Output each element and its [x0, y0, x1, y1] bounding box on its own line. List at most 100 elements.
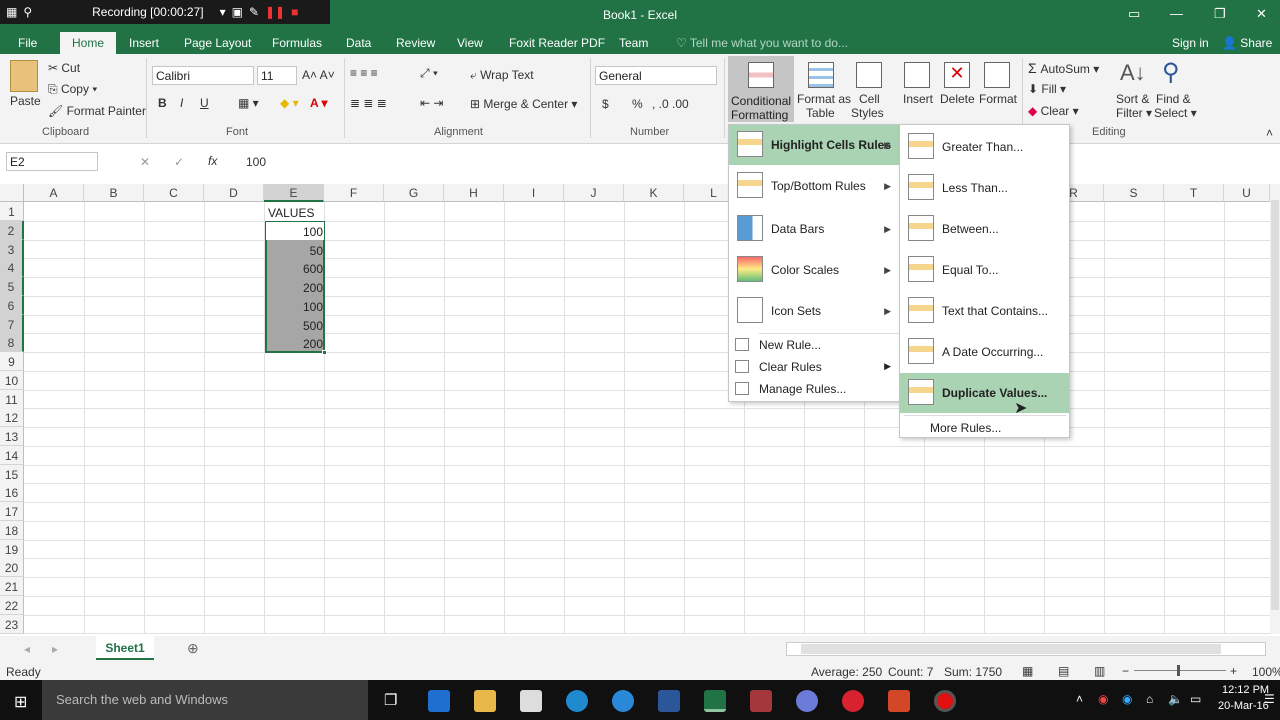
submenu-more-rules[interactable]: More Rules... [900, 417, 1069, 439]
tab-data[interactable]: Data [346, 36, 371, 50]
font-name-box[interactable]: Calibri [152, 66, 254, 85]
select-all-corner[interactable] [0, 184, 24, 202]
tray-volume-icon[interactable]: 🔈 [1168, 692, 1183, 706]
format-table-label-2[interactable]: Table [806, 106, 835, 120]
percent-button[interactable]: % [632, 97, 643, 111]
submenu-equal-to[interactable]: Equal To... [900, 250, 1069, 290]
paste-button[interactable]: Paste [10, 94, 41, 108]
cell-e7[interactable]: 500 [268, 316, 323, 334]
name-box[interactable]: E2 [6, 152, 98, 171]
row-header[interactable]: 23 [0, 614, 24, 634]
delete-cells-button[interactable]: Delete [940, 92, 975, 106]
sort-label-2[interactable]: Filter ▾ [1116, 106, 1152, 120]
menu-highlight-cells-rules[interactable]: Highlight Cells Rules ▶ [729, 125, 899, 165]
tab-file[interactable]: File [18, 36, 37, 50]
windows-start-icon[interactable]: ⊞ [14, 692, 27, 712]
clear-button[interactable]: ◆ Clear ▾ [1028, 104, 1079, 118]
conditional-formatting-button[interactable]: Conditional Formatting [728, 56, 794, 122]
row-header[interactable]: 8 [0, 333, 24, 353]
find-label-2[interactable]: Select ▾ [1154, 106, 1197, 120]
comma-icon[interactable]: , .0 .00 [652, 97, 689, 111]
column-header[interactable]: T [1164, 184, 1224, 202]
cell-e4[interactable]: 600 [268, 259, 323, 277]
taskbar-search-box[interactable]: Search the web and Windows [42, 680, 368, 720]
format-table-label-1[interactable]: Format as [797, 92, 851, 106]
column-header[interactable]: F [324, 184, 384, 202]
row-header[interactable]: 14 [0, 445, 24, 465]
row-header[interactable]: 1 [0, 202, 24, 221]
grow-font-icon[interactable]: A˄ A˅ [302, 68, 335, 82]
bold-button[interactable]: B [158, 96, 167, 110]
worksheet-grid[interactable]: A B C D E F G H I J K L M N O P Q R S T … [0, 184, 1270, 634]
row-header[interactable]: 9 [0, 352, 24, 371]
tab-foxit[interactable]: Foxit Reader PDF [509, 36, 605, 50]
cell-styles-label-1[interactable]: Cell [859, 92, 880, 106]
tell-me-box[interactable]: ♡ Tell me what you want to do... [676, 36, 848, 50]
column-header[interactable]: U [1224, 184, 1270, 202]
menu-data-bars[interactable]: Data Bars ▶ [729, 209, 899, 249]
formula-input[interactable]: 100 [246, 155, 266, 169]
edge-icon[interactable] [428, 690, 450, 712]
task-view-icon[interactable]: ❐ [384, 691, 397, 709]
sheet-tab-sheet1[interactable]: Sheet1 [96, 636, 154, 660]
powerpoint-icon[interactable] [888, 690, 910, 712]
scroll-thumb[interactable] [1271, 200, 1279, 610]
tray-date[interactable]: 20-Mar-16 [1218, 700, 1269, 712]
tab-view[interactable]: View [457, 36, 483, 50]
file-explorer-icon[interactable] [474, 690, 496, 712]
minimize-icon[interactable]: — [1170, 6, 1183, 21]
row-header[interactable]: 21 [0, 577, 24, 596]
zoom-slider-thumb[interactable] [1177, 665, 1180, 676]
enter-icon[interactable]: ✓ [174, 155, 184, 169]
sort-label-1[interactable]: Sort & [1116, 92, 1149, 106]
submenu-less-than[interactable]: Less Than... [900, 168, 1069, 208]
maximize-icon[interactable]: ❐ [1214, 6, 1226, 22]
cell-e6[interactable]: 100 [268, 297, 323, 315]
submenu-greater-than[interactable]: Greater Than... [900, 127, 1069, 167]
add-sheet-icon[interactable]: ⊕ [187, 640, 199, 657]
page-layout-view-icon[interactable]: ▤ [1058, 664, 1069, 678]
normal-view-icon[interactable]: ▦ [1022, 664, 1033, 678]
wrap-text-button[interactable]: ⤶ Wrap Text [470, 68, 534, 83]
store-icon[interactable] [520, 690, 542, 712]
tab-team[interactable]: Team [619, 36, 648, 50]
row-header[interactable]: 3 [0, 239, 24, 259]
h-scroll-thumb[interactable] [801, 644, 1221, 654]
orientation-icon[interactable]: ⤢ ▾ [420, 66, 438, 81]
submenu-between[interactable]: Between... [900, 209, 1069, 249]
tab-page-layout[interactable]: Page Layout [184, 36, 251, 50]
next-sheet-icon[interactable]: ▸ [52, 642, 58, 656]
cell-e2[interactable]: 100 [268, 222, 323, 240]
merge-center-button[interactable]: ⊞ Merge & Center ▾ [470, 97, 577, 111]
format-cells-button[interactable]: Format [979, 92, 1017, 106]
row-header[interactable]: 18 [0, 520, 24, 540]
submenu-text-contains[interactable]: Text that Contains... [900, 291, 1069, 331]
font-size-box[interactable]: 11 [257, 66, 297, 85]
currency-button[interactable]: $ [602, 97, 609, 111]
insert-function-button[interactable]: fx [208, 154, 217, 168]
format-painter-button[interactable]: 🖌 Format Painter [48, 104, 146, 118]
zoom-slider[interactable] [1134, 670, 1226, 671]
row-header[interactable]: 22 [0, 595, 24, 615]
number-format-box[interactable]: General [595, 66, 717, 85]
recorder-app-icon[interactable] [934, 690, 956, 712]
tray-chrome-icon[interactable]: ◉ [1098, 692, 1108, 706]
zoom-out-icon[interactable]: − [1122, 664, 1129, 678]
access-icon[interactable] [750, 690, 772, 712]
menu-clear-rules[interactable]: Clear Rules ▶ [729, 356, 899, 378]
fill-color-icon[interactable]: ◆ ▾ [280, 96, 299, 110]
cancel-icon[interactable]: ✕ [140, 155, 150, 169]
paste-icon[interactable] [10, 60, 38, 92]
autosum-button[interactable]: Σ AutoSum ▾ [1028, 60, 1099, 76]
zoom-in-icon[interactable]: + [1230, 664, 1237, 678]
row-header[interactable]: 19 [0, 539, 24, 559]
column-header[interactable]: J [564, 184, 624, 202]
prev-sheet-icon[interactable]: ◂ [24, 642, 30, 656]
menu-color-scales[interactable]: Color Scales ▶ [729, 250, 899, 290]
find-label-1[interactable]: Find & [1156, 92, 1191, 106]
notifications-icon[interactable]: ☰ [1264, 692, 1275, 706]
tab-review[interactable]: Review [396, 36, 435, 50]
row-header[interactable]: 13 [0, 427, 24, 446]
excel-icon[interactable] [704, 690, 726, 712]
column-header[interactable]: S [1104, 184, 1164, 202]
